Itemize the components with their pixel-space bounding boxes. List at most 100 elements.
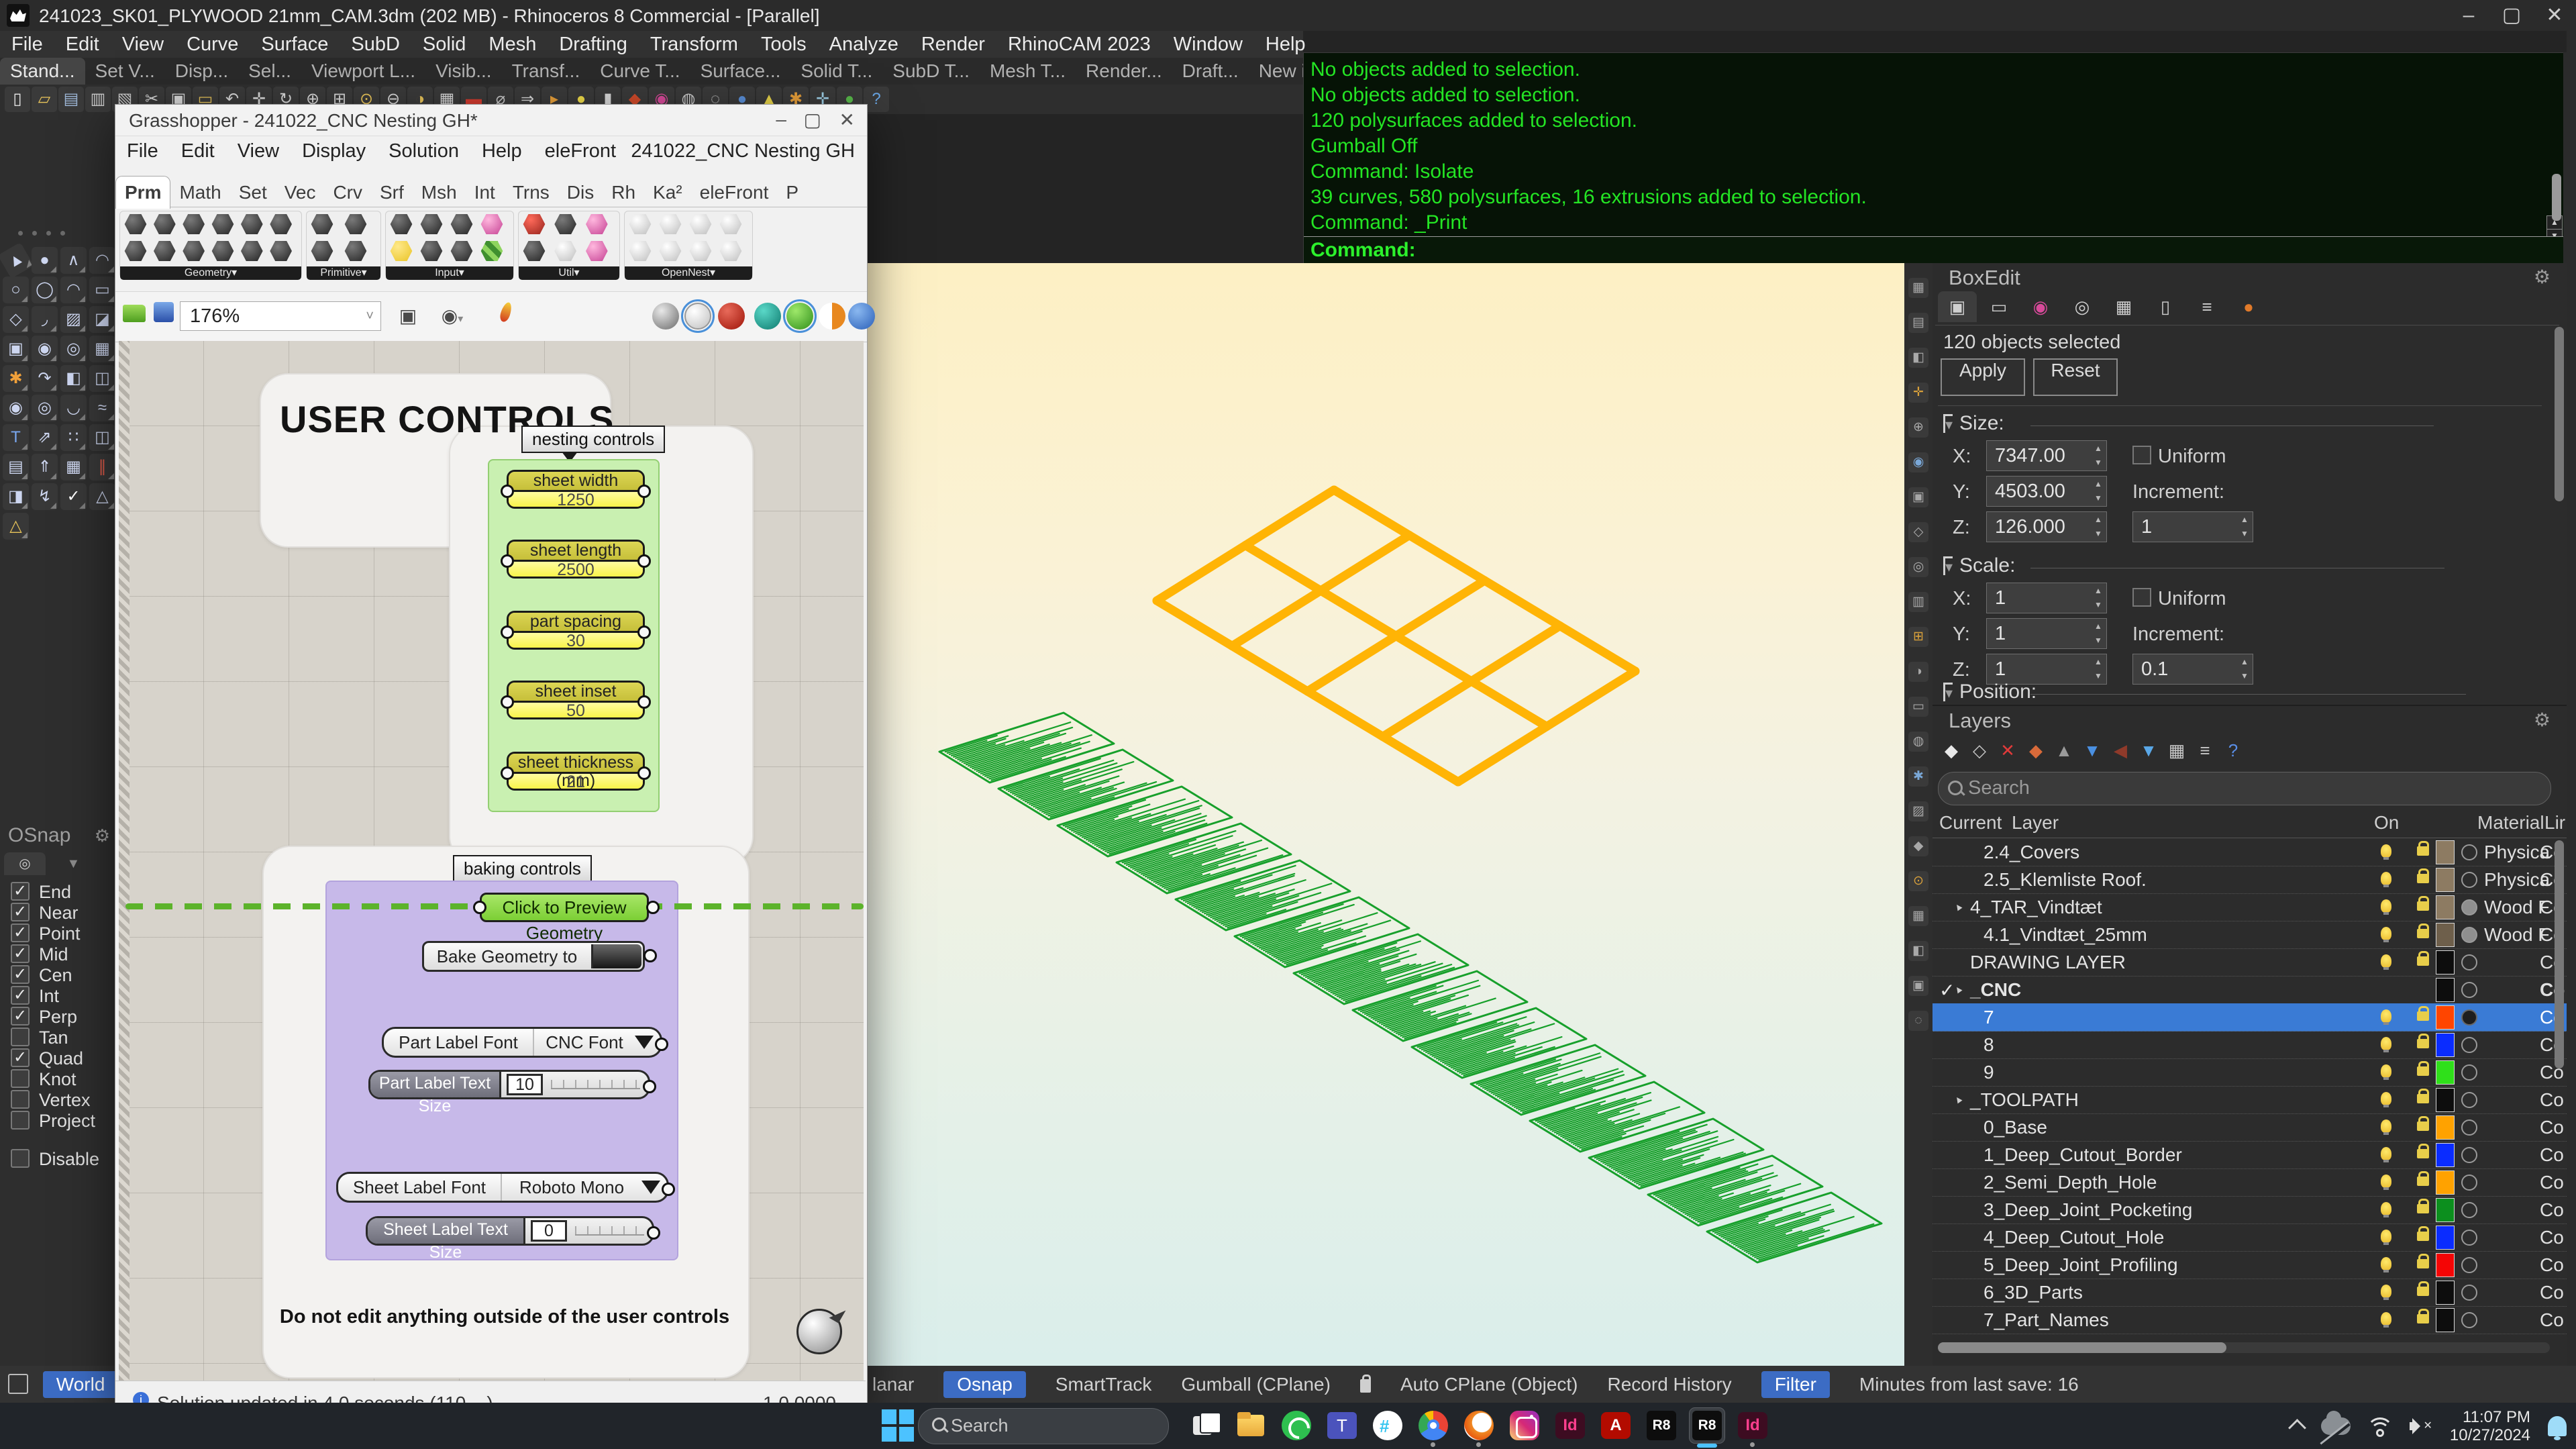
status-osnap[interactable]: Osnap xyxy=(943,1371,1026,1398)
osnap-item[interactable]: Near xyxy=(0,903,118,923)
patch-surface-icon[interactable]: ▨ xyxy=(60,306,87,333)
curve-handles-icon[interactable]: ◠ xyxy=(89,247,115,274)
rhino-viewport[interactable] xyxy=(866,263,1904,1366)
layer-on-bulb-icon[interactable] xyxy=(2381,1257,2391,1270)
input-port[interactable] xyxy=(501,695,514,709)
material-dot-icon[interactable] xyxy=(2461,1257,2477,1273)
reset-button[interactable]: Reset xyxy=(2033,358,2118,396)
side-tool-icon[interactable]: ◉ xyxy=(1908,452,1928,472)
layer-row[interactable]: 2.5_Klemliste Roof.PhysicaCo xyxy=(1933,866,2567,894)
slider-part-spacing[interactable]: part spacing30 xyxy=(507,611,645,650)
layer-color-swatch[interactable] xyxy=(2436,1198,2455,1222)
status-minutes-from-last-save-[interactable]: Minutes from last save: 16 xyxy=(1859,1374,2079,1395)
layer-lock-icon[interactable] xyxy=(2417,846,2429,856)
arc-icon[interactable]: ◠ xyxy=(60,277,87,303)
command-history[interactable]: No objects added to selection.No objects… xyxy=(1303,52,2565,264)
increment-input[interactable]: 1▲▼ xyxy=(2132,511,2253,542)
layer-lock-icon[interactable] xyxy=(2417,1204,2429,1213)
slider-sheet-length[interactable]: sheet length2500 xyxy=(507,540,645,579)
layer-on-bulb-icon[interactable] xyxy=(2381,927,2391,940)
layer-row[interactable]: ✓▴_CNCCo xyxy=(1933,976,2567,1004)
task-view-icon[interactable] xyxy=(1188,1408,1223,1443)
side-tool-icon[interactable]: ◑ xyxy=(1908,662,1928,682)
dropdown-sheet-label-font[interactable]: Sheet Label FontRoboto Mono xyxy=(336,1172,669,1203)
rectangle-icon[interactable]: ▭ xyxy=(89,277,115,303)
layer-linetype[interactable]: Co xyxy=(2540,1309,2564,1331)
component-icon[interactable] xyxy=(689,213,712,236)
preview-wire-icon[interactable] xyxy=(684,303,711,330)
component-icon[interactable] xyxy=(311,213,333,236)
material-dot-icon[interactable] xyxy=(2461,1202,2477,1218)
fillet-curves-icon[interactable]: ◡ xyxy=(60,395,87,421)
layer-row[interactable]: ▴4_TAR_VindtætWood FCo xyxy=(1933,893,2567,921)
col-linetype[interactable]: Lir xyxy=(2544,812,2565,834)
layer-lock-icon[interactable] xyxy=(2417,1287,2429,1296)
layer-lock-icon[interactable] xyxy=(2417,1149,2429,1158)
layer-lock-icon[interactable] xyxy=(2417,1011,2429,1021)
layer-row[interactable]: 8Co xyxy=(1933,1031,2567,1059)
layer-color-swatch[interactable] xyxy=(2436,1170,2455,1195)
gh-menu-item[interactable]: eleFront xyxy=(533,136,627,166)
boxedit-tab-display[interactable]: ▭ xyxy=(1979,291,2018,322)
component-icon[interactable] xyxy=(450,213,473,236)
toolbar-tab[interactable]: Stand... xyxy=(0,58,85,85)
component-icon[interactable] xyxy=(270,213,293,236)
slider-sheet-inset[interactable]: sheet inset50 xyxy=(507,681,645,719)
component-icon[interactable] xyxy=(240,213,263,236)
toolbar-tab[interactable]: SubD T... xyxy=(882,58,980,85)
grasshopper-titlebar[interactable]: Grasshopper - 241022_CNC Nesting GH* – ▢… xyxy=(115,105,867,136)
layer-lock-icon[interactable] xyxy=(2417,1314,2429,1323)
output-port[interactable] xyxy=(646,901,660,914)
gh-tab[interactable]: Set xyxy=(230,177,276,209)
menu-item[interactable]: Drafting xyxy=(548,31,639,58)
layer-color-swatch[interactable] xyxy=(2436,1088,2455,1112)
layer-on-bulb-icon[interactable] xyxy=(2381,954,2391,968)
slider-track[interactable] xyxy=(575,1226,644,1236)
draw-order-icon[interactable] xyxy=(491,301,521,331)
preview-shaded-icon[interactable] xyxy=(718,303,745,330)
layers-hscrollbar[interactable] xyxy=(1938,1342,2550,1353)
layer-row[interactable]: 1_Deep_Cutout_BorderCo xyxy=(1933,1141,2567,1169)
component-icon[interactable] xyxy=(689,240,712,262)
component-icon[interactable] xyxy=(124,213,147,236)
gh-tab[interactable]: Vec xyxy=(276,177,325,209)
slider-sheet-width[interactable]: sheet width1250 xyxy=(507,470,645,509)
chrome-icon[interactable] xyxy=(1416,1408,1451,1443)
list-view-icon[interactable]: ≡ xyxy=(2192,737,2218,764)
output-port[interactable] xyxy=(643,1080,656,1093)
material-dot-icon[interactable] xyxy=(2461,1037,2477,1053)
layer-row[interactable]: 6_3D_PartsCo xyxy=(1933,1279,2567,1307)
toolbar-tab[interactable]: Viewport L... xyxy=(301,58,425,85)
component-icon[interactable] xyxy=(153,240,176,262)
side-tool-icon[interactable]: ✱ xyxy=(1908,766,1928,787)
component-icon[interactable] xyxy=(629,240,652,262)
layer-row[interactable]: 4.1_Vindtæt_25mmWood FCo xyxy=(1933,921,2567,949)
layer-linetype[interactable]: Co xyxy=(2540,1227,2564,1248)
menu-item[interactable]: Surface xyxy=(250,31,340,58)
gh-tab[interactable]: Dis xyxy=(558,177,603,209)
layer-lock-icon[interactable] xyxy=(2417,901,2429,911)
point-icon[interactable]: ● xyxy=(32,247,58,274)
layer-lock-icon[interactable] xyxy=(2417,1066,2429,1076)
acrobat-icon[interactable]: A xyxy=(1598,1408,1633,1443)
pyramid-hand-icon[interactable]: △ xyxy=(3,513,29,540)
status-filter[interactable]: Filter xyxy=(1761,1371,1830,1398)
osnap-item[interactable]: Mid xyxy=(0,944,118,965)
layer-color-swatch[interactable] xyxy=(2436,1115,2455,1140)
pipe-icon[interactable]: ∥ xyxy=(89,454,115,481)
osnap-item[interactable]: Cen xyxy=(0,965,118,986)
layer-lock-icon[interactable] xyxy=(2417,1094,2429,1103)
taskbar-search[interactable]: Search xyxy=(918,1408,1169,1444)
component-icon[interactable] xyxy=(629,213,652,236)
component-icon[interactable] xyxy=(344,240,367,262)
material-dot-icon[interactable] xyxy=(2461,1230,2477,1246)
col-current[interactable]: Current xyxy=(1939,812,2002,834)
start-icon[interactable] xyxy=(880,1408,915,1443)
input-port[interactable] xyxy=(501,766,514,780)
layer-lock-icon[interactable] xyxy=(2417,874,2429,883)
expand-arrow-icon[interactable]: ▴ xyxy=(1952,899,1964,913)
open-folder-icon[interactable] xyxy=(119,301,149,331)
uniform-checkbox[interactable]: Uniform xyxy=(2132,446,2226,468)
toolbar-tab[interactable]: Disp... xyxy=(165,58,238,85)
ribbon-group-label[interactable]: Primitive▾ xyxy=(307,266,380,280)
